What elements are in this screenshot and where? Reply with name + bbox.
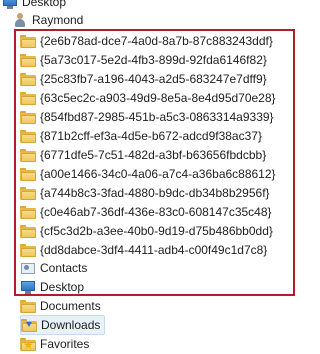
tree-item-user[interactable]: Raymond	[12, 10, 83, 30]
favorites-icon: ★	[20, 337, 36, 351]
tree-item-label: Documents	[40, 299, 101, 313]
tree-item-label: Downloads	[41, 318, 101, 332]
tree-item-label: Favorites	[40, 337, 90, 351]
desktop-icon	[2, 0, 18, 9]
tree-item-label: Raymond	[32, 13, 84, 27]
tree-item-documents[interactable]: Documents	[20, 296, 101, 316]
downloads-icon	[21, 318, 37, 332]
tree-item-downloads[interactable]: Downloads	[20, 315, 106, 335]
user-icon	[12, 12, 28, 28]
highlight-box	[14, 29, 295, 296]
tree-item-favorites[interactable]: ★ Favorites	[20, 334, 89, 354]
documents-icon	[20, 299, 36, 313]
